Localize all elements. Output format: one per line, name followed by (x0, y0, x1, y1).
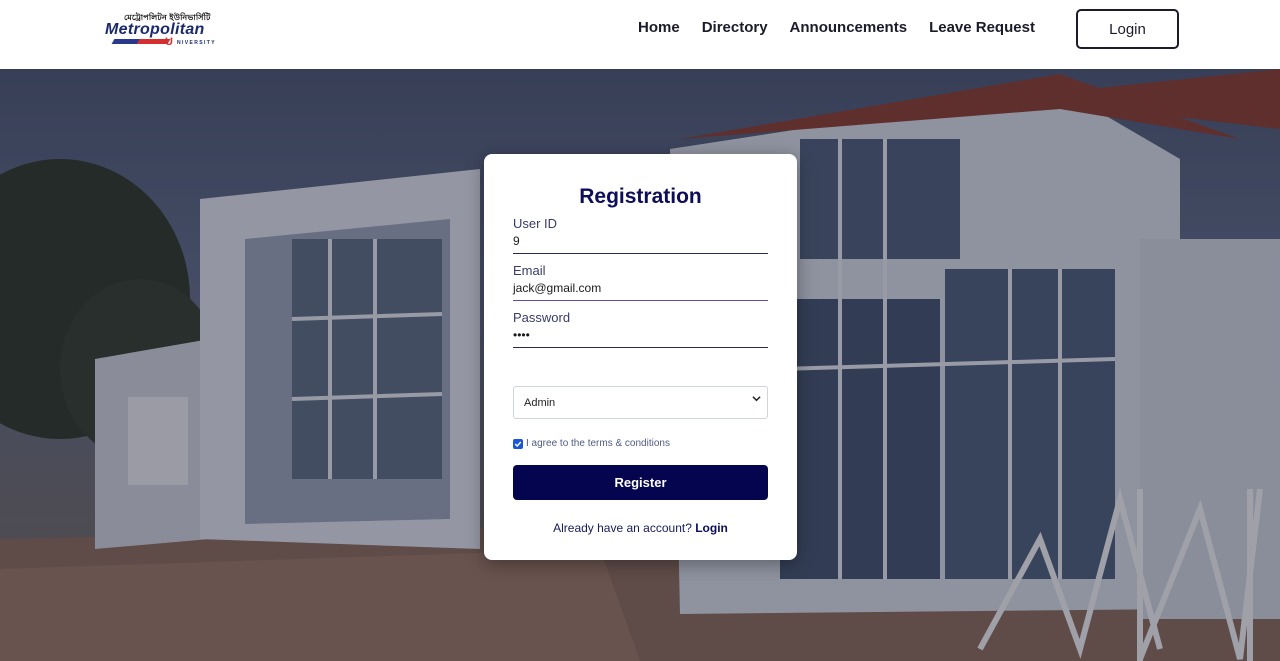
password-label: Password (513, 310, 571, 325)
registration-title: Registration (579, 185, 702, 208)
user-id-value[interactable]: 9 (513, 234, 768, 250)
user-id-label: User ID (513, 216, 558, 231)
email-underline (513, 300, 768, 301)
nav-announcements[interactable]: Announcements (790, 19, 908, 39)
role-select[interactable]: Admin (513, 386, 768, 419)
registration-card: Registration User ID 9 Email jack@gmail.… (484, 154, 797, 560)
password-field[interactable]: Password •••• (513, 310, 768, 348)
logo-text: Metropolitan (105, 21, 205, 38)
nav-links: Home Directory Announcements Leave Reque… (638, 19, 1035, 39)
password-value[interactable]: •••• (513, 328, 768, 344)
nav-directory[interactable]: Directory (702, 19, 768, 39)
logo-subtext: NIVERSITY (177, 40, 216, 46)
email-value[interactable]: jack@gmail.com (513, 281, 768, 297)
university-logo[interactable]: মেট্রোপলিটন ইউনিভার্সিটি Metropolitan U … (101, 9, 242, 49)
chevron-down-icon (752, 394, 761, 406)
check-icon (514, 441, 522, 448)
login-link[interactable]: Login (695, 521, 728, 535)
nav-home[interactable]: Home (638, 19, 680, 39)
terms-checkbox[interactable] (513, 439, 523, 449)
logo-swoosh (111, 39, 171, 44)
user-id-field[interactable]: User ID 9 (513, 216, 768, 254)
login-prompt-text: Already have an account? (553, 521, 692, 535)
terms-label[interactable]: I agree to the terms & conditions (526, 438, 670, 449)
navbar: মেট্রোপলিটন ইউনিভার্সিটি Metropolitan U … (0, 0, 1280, 69)
role-select-value: Admin (524, 397, 556, 409)
email-field[interactable]: Email jack@gmail.com (513, 263, 768, 301)
nav-login-button[interactable]: Login (1076, 9, 1179, 49)
register-button[interactable]: Register (513, 465, 768, 500)
nav-leave-request[interactable]: Leave Request (929, 19, 1035, 39)
user-id-underline (513, 253, 768, 254)
password-underline (513, 347, 768, 348)
login-prompt: Already have an account? Login (484, 521, 797, 535)
logo-u: U (165, 36, 173, 48)
terms-row: I agree to the terms & conditions (513, 438, 768, 452)
email-label: Email (513, 263, 546, 278)
